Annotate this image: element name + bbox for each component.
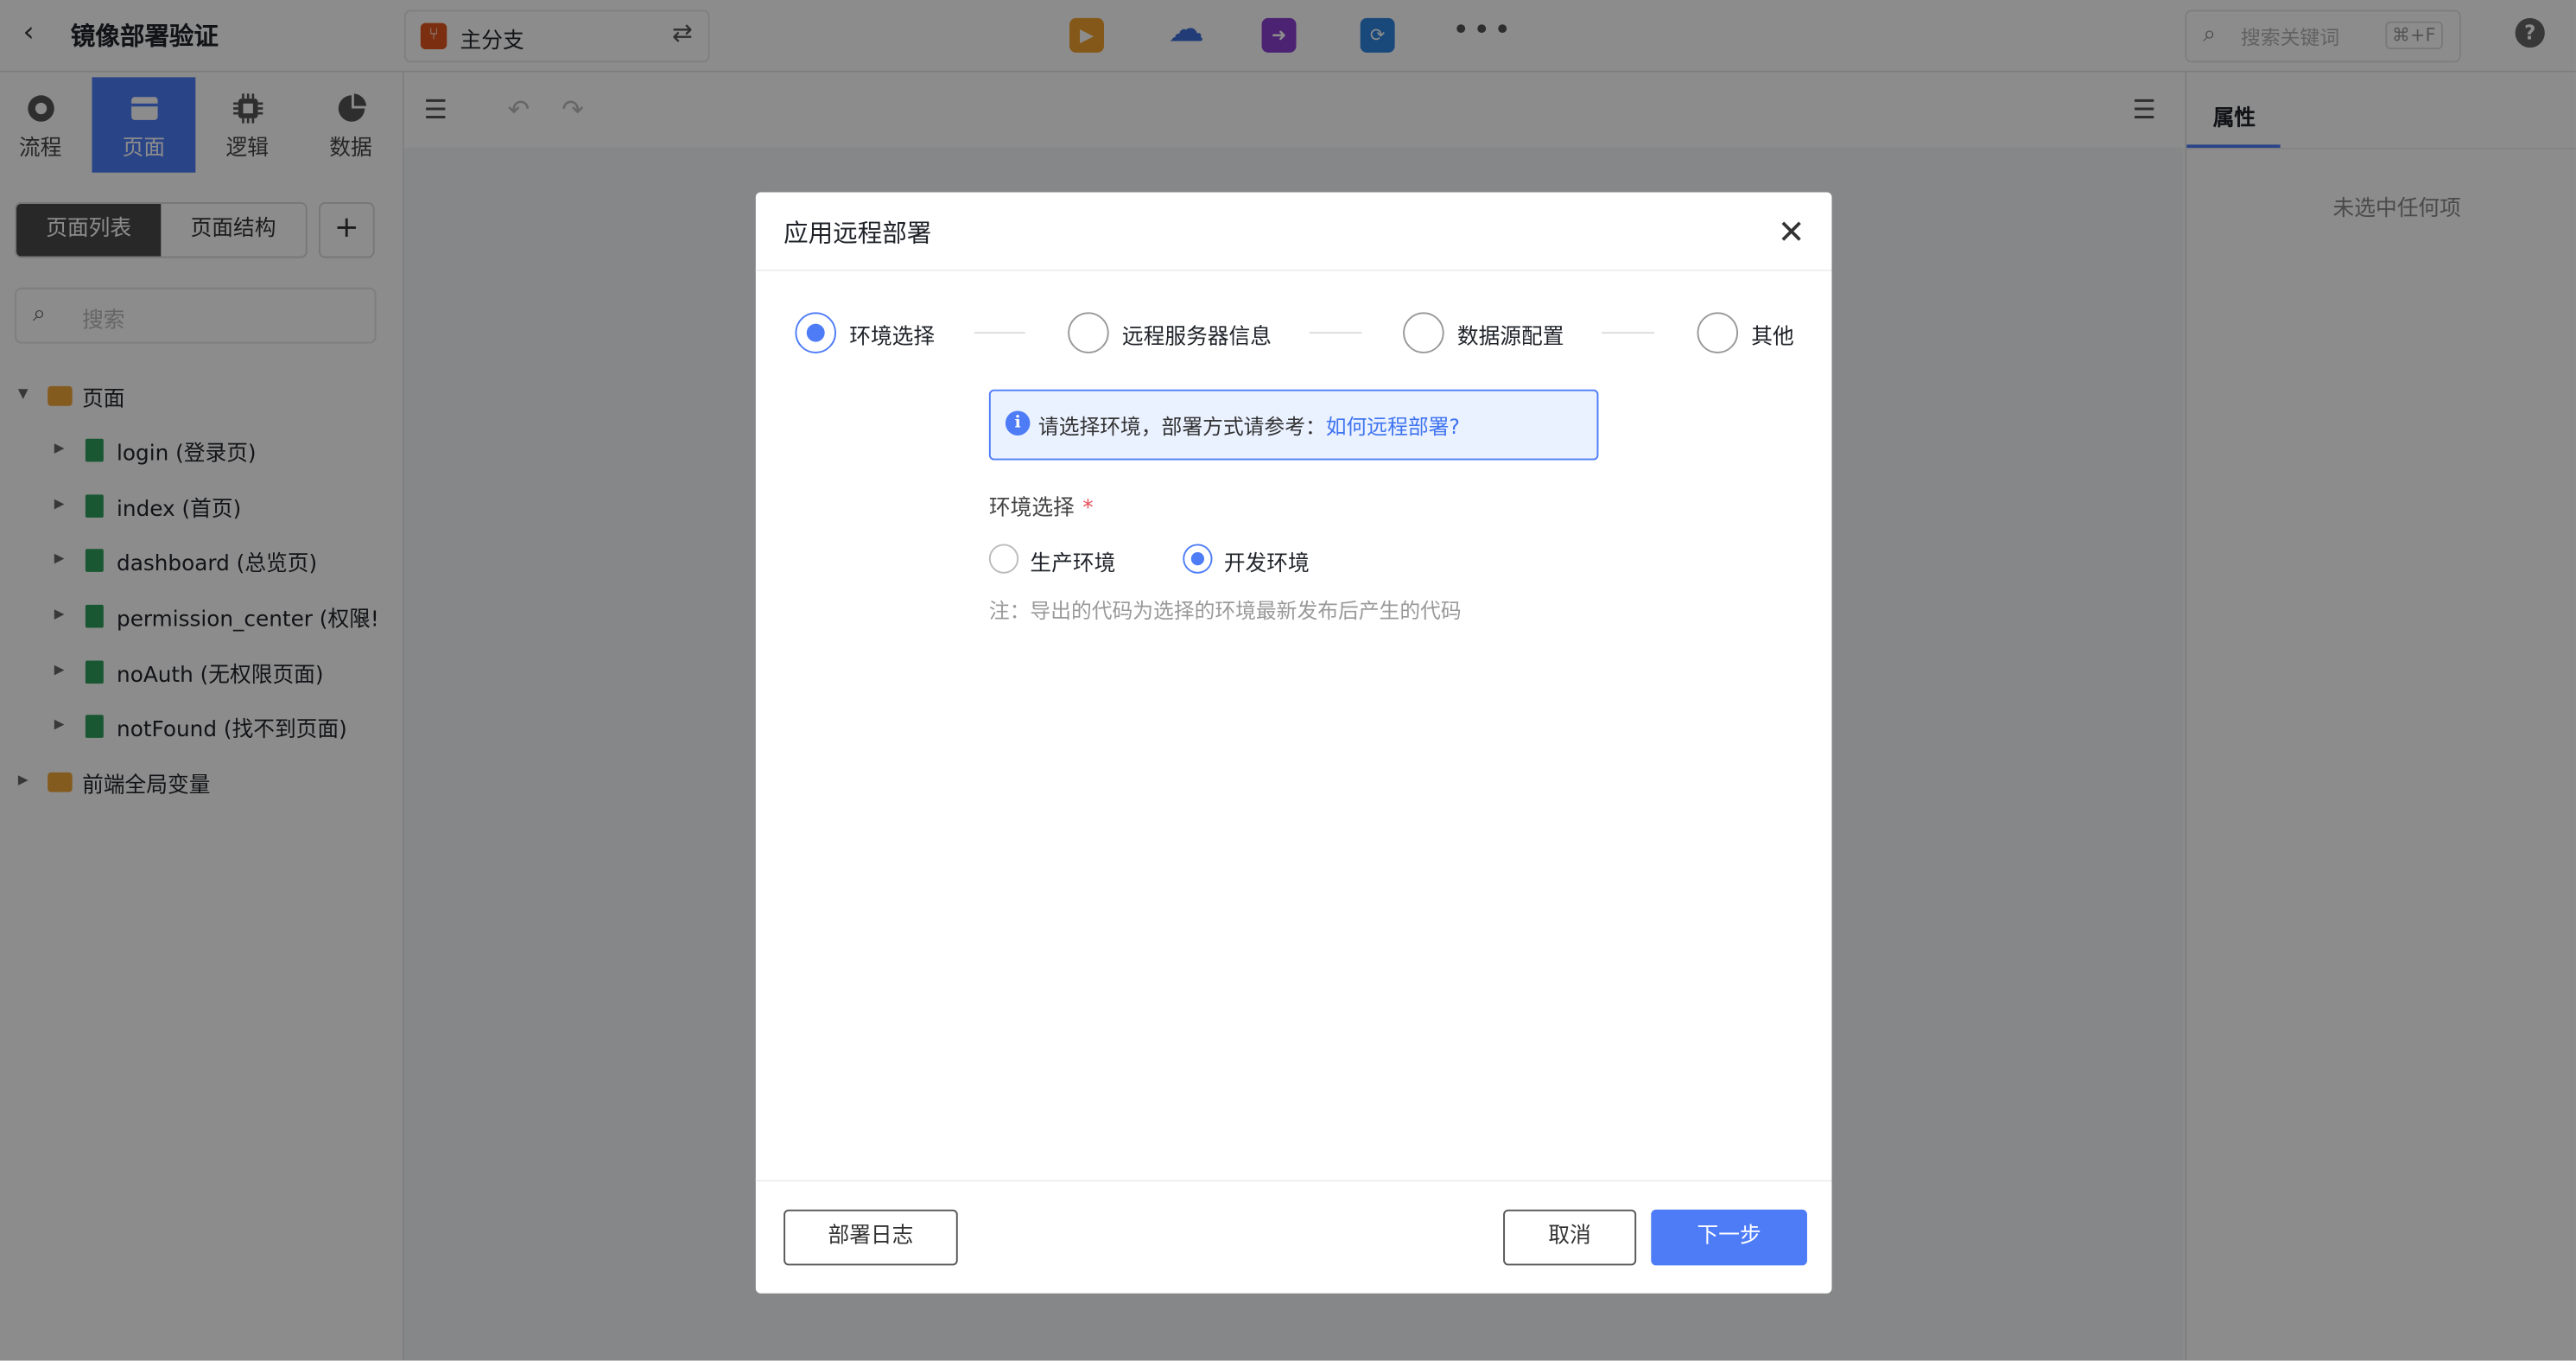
radio-development[interactable] [1183,544,1213,574]
step-2-label: 远程服务器信息 [1121,325,1272,351]
divider [755,269,1832,271]
env-note: 注：导出的代码为选择的环境最新发布后产生的代码 [988,598,1462,623]
step-connector [974,332,1025,334]
required-mark: * [1082,496,1094,521]
step-connector [1602,332,1655,334]
divider [755,1180,1832,1182]
help-link[interactable]: 如何远程部署? [1326,414,1460,439]
radio-development-label[interactable]: 开发环境 [1224,545,1310,577]
step-4-indicator [1697,312,1739,353]
dialog-title: 应用远程部署 [784,218,932,249]
step-1-indicator [795,312,837,353]
env-field-label: 环境选择 * [989,490,1094,521]
alert-message: 请选择环境，部署方式请参考： [1037,414,1326,439]
step-1-label: 环境选择 [849,325,936,351]
close-icon[interactable]: ✕ [1778,212,1805,251]
step-connector [1309,332,1362,334]
deploy-log-button[interactable]: 部署日志 [784,1209,958,1266]
info-alert: i 请选择环境，部署方式请参考：如何远程部署? [988,389,1599,461]
app-root: ‹ 镜像部署验证 ⑂ 主分支 ⇄ ▶ ☁ ➜ ⟳ ••• ⌕ 搜索关键词 ⌘+F ? … [0,0,2576,1361]
step-3-label: 数据源配置 [1456,325,1564,351]
info-icon: i [1005,410,1031,436]
env-label-text: 环境选择 [988,496,1075,521]
next-button[interactable]: 下一步 [1651,1209,1807,1266]
alert-text: 请选择环境，部署方式请参考：如何远程部署? [1038,410,1460,441]
remote-deploy-dialog: 应用远程部署 ✕ 环境选择 远程服务器信息 数据源配置 其他 i 请选择环境，部… [755,192,1832,1294]
step-3-indicator [1403,312,1444,353]
radio-production-label[interactable]: 生产环境 [1030,545,1115,577]
radio-production[interactable] [988,544,1019,574]
step-4-label: 其他 [1751,325,1794,351]
step-2-indicator [1068,312,1109,353]
cancel-button[interactable]: 取消 [1503,1209,1637,1266]
